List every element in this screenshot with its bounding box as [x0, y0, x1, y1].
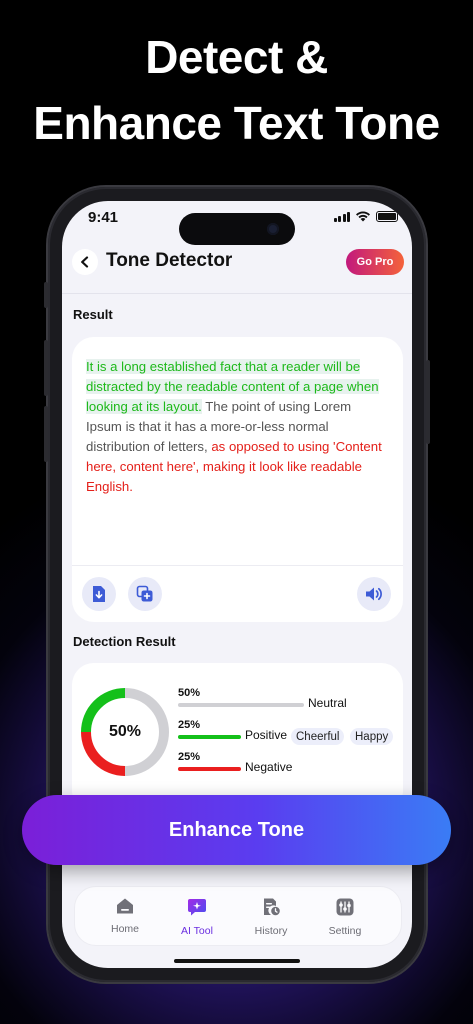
negative-percent: 25% [178, 751, 201, 763]
tag-cheerful: Cheerful [291, 728, 345, 745]
nav-home[interactable]: Home [95, 897, 155, 935]
camera-icon [267, 223, 279, 235]
header-divider [62, 293, 412, 294]
back-button[interactable] [72, 249, 98, 275]
result-label: Result [73, 307, 113, 322]
result-card: It is a long established fact that a rea… [72, 337, 403, 622]
positive-label: Positive [245, 728, 288, 742]
speaker-icon [366, 587, 382, 601]
download-button[interactable] [82, 577, 116, 611]
page-title: Tone Detector [106, 250, 233, 271]
volume-down-button [44, 406, 48, 462]
chevron-left-icon [81, 256, 89, 268]
tone-row-negative: 25% Negative [178, 751, 402, 779]
tag-happy: Happy [350, 728, 394, 745]
nav-home-label: Home [110, 923, 139, 935]
status-time: 9:41 [88, 209, 119, 226]
positive-bar [178, 735, 241, 739]
signal-icon [333, 211, 350, 222]
nav-ai-tool-label: AI Tool [181, 925, 213, 937]
mute-switch [44, 282, 48, 308]
headline-line-1: Detect & [145, 31, 328, 83]
nav-history[interactable]: History [241, 897, 301, 937]
home-indicator [174, 959, 300, 963]
wifi-icon [356, 211, 370, 222]
download-file-icon [93, 586, 105, 602]
copy-icon [136, 585, 153, 602]
donut-center-label: 50% [108, 723, 142, 740]
headline-line-2: Enhance Text Tone [33, 97, 440, 149]
negative-label: Negative [245, 760, 293, 774]
bottom-nav: Home AI Tool History Setting [74, 886, 402, 946]
negative-bar [178, 767, 241, 771]
battery-icon [376, 211, 398, 222]
power-button [426, 360, 430, 444]
neutral-label: Neutral [308, 696, 347, 710]
positive-percent: 25% [178, 719, 201, 731]
nav-ai-tool[interactable]: AI Tool [167, 897, 227, 937]
top-bar: Tone Detector Go Pro [72, 249, 404, 279]
enhance-tone-button[interactable]: Enhance Tone [22, 795, 451, 865]
dynamic-island [179, 213, 295, 245]
go-pro-button[interactable]: Go Pro [346, 249, 404, 275]
tone-row-positive: 25% Positive Cheerful Happy [178, 719, 402, 747]
settings-icon [336, 898, 354, 916]
ai-tool-icon [188, 899, 206, 916]
marketing-headline: Detect & Enhance Text Tone [0, 24, 473, 156]
tone-row-neutral: 50% Neutral [178, 687, 402, 715]
detection-result-label: Detection Result [73, 634, 176, 649]
volume-up-button [44, 340, 48, 396]
speaker-button[interactable] [357, 577, 391, 611]
nav-setting[interactable]: Setting [315, 897, 375, 937]
status-icons [333, 211, 398, 222]
card-divider [72, 565, 403, 566]
copy-button[interactable] [128, 577, 162, 611]
home-icon [117, 898, 133, 914]
detection-card: 50% 50% Neutral 25% Positive Cheerful Ha… [72, 663, 403, 813]
nav-history-label: History [254, 925, 288, 937]
nav-setting-label: Setting [328, 925, 362, 937]
neutral-percent: 50% [178, 687, 201, 699]
result-text[interactable]: It is a long established fact that a rea… [86, 357, 386, 497]
neutral-bar [178, 703, 304, 707]
history-icon [264, 898, 280, 916]
